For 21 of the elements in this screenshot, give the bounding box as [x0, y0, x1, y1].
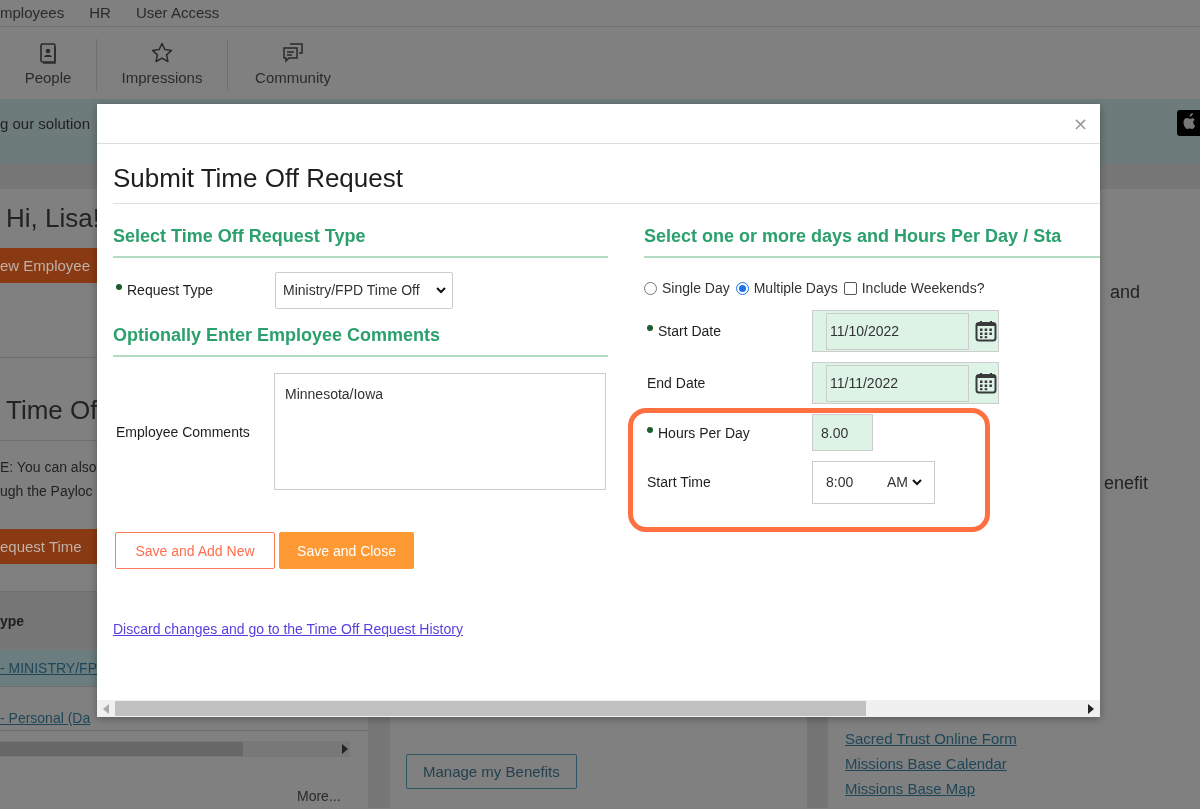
section-heading: Select Time Off Request Type — [113, 226, 608, 258]
option-label: Include Weekends? — [861, 280, 985, 296]
section-heading: Select one or more days and Hours Per Day / Sta — [644, 226, 1100, 258]
section-title: Time Of — [6, 395, 99, 426]
field-label: Request Type — [127, 282, 214, 298]
option-label: Multiple Days — [753, 280, 838, 296]
option-label: Single Day — [662, 280, 730, 296]
field-label: Start Time — [647, 474, 711, 490]
section-heading: Optionally Enter Employee Comments — [113, 325, 608, 357]
field-label: End Date — [647, 375, 706, 391]
field-label: Employee Comments — [116, 423, 250, 440]
field-label: Hours Per Day — [658, 424, 750, 441]
panel-text: enefit — [1104, 473, 1149, 494]
note-text: E: You can also — [0, 458, 98, 477]
dialog-title: Submit Time Off Request — [113, 144, 1100, 204]
banner-text: g our solution — [0, 115, 91, 132]
column-header: ype — [0, 613, 25, 629]
greeting-heading: Hi, Lisa! — [6, 203, 101, 234]
panel-text: and — [1110, 282, 1141, 303]
note-text: ugh the Payloc — [0, 482, 94, 501]
field-label: Start Date — [658, 323, 722, 339]
